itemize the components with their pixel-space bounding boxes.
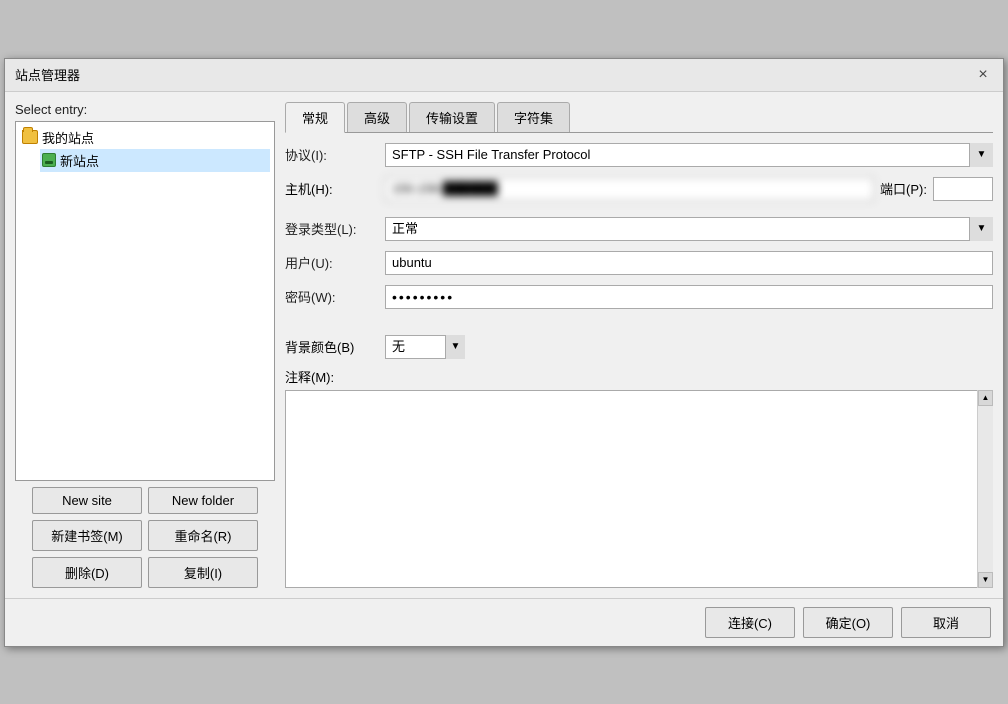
button-row-2: 新建书签(M) 重命名(R) [15,520,275,551]
tree-child-label: 新站点 [60,151,99,170]
close-button[interactable]: × [973,65,993,85]
password-label: 密码(W): [285,287,385,306]
tab-advanced[interactable]: 高级 [347,102,407,132]
select-entry-label: Select entry: [15,102,275,117]
new-folder-button[interactable]: New folder [148,487,258,514]
tab-charset[interactable]: 字符集 [497,102,570,132]
tab-general[interactable]: 常规 [285,102,345,133]
delete-button[interactable]: 删除(D) [32,557,142,588]
bottom-bar: 连接(C) 确定(O) 取消 [5,598,1003,646]
protocol-row: 协议(I): SFTP - SSH File Transfer Protocol… [285,143,993,167]
folder-icon [22,130,38,144]
user-row: 用户(U): [285,251,993,275]
bg-color-wrapper[interactable]: 无 ▼ [385,335,465,359]
host-input[interactable] [385,177,874,201]
protocol-dropdown[interactable]: SFTP - SSH File Transfer Protocol [385,143,993,167]
rename-button[interactable]: 重命名(R) [148,520,258,551]
user-input[interactable] [385,251,993,275]
protocol-label: 协议(I): [285,145,385,164]
new-site-button[interactable]: New site [32,487,142,514]
button-row-1: New site New folder [15,487,275,514]
tree-root-item[interactable]: 我的站点 [20,126,270,149]
dialog-title: 站点管理器 [15,65,80,84]
duplicate-button[interactable]: 复制(I) [148,557,258,588]
logon-type-label: 登录类型(L): [285,219,385,238]
dialog-body: Select entry: 我的站点 新站点 New site New fold… [5,92,1003,598]
server-icon [42,153,56,167]
ok-button[interactable]: 确定(O) [803,607,893,638]
tab-transfer[interactable]: 传输设置 [409,102,495,132]
host-port-row: 主机(H): 端口(P): [285,177,993,201]
scrollbar-up[interactable]: ▲ [978,390,993,406]
tabs: 常规 高级 传输设置 字符集 [285,102,993,133]
bg-color-row: 背景颜色(B) 无 ▼ [285,335,993,359]
notes-textarea[interactable] [285,390,993,588]
title-bar: 站点管理器 × [5,59,1003,92]
notes-area-wrapper: ▲ ▼ [285,390,993,588]
tree-view[interactable]: 我的站点 新站点 [15,121,275,481]
password-row: 密码(W): [285,285,993,309]
right-panel: 常规 高级 传输设置 字符集 协议(I): SFTP - SSH File Tr… [285,102,993,588]
port-input[interactable] [933,177,993,201]
cancel-button[interactable]: 取消 [901,607,991,638]
scrollbar-down[interactable]: ▼ [978,572,993,588]
bg-color-label: 背景颜色(B) [285,337,385,356]
notes-label: 注释(M): [285,367,993,386]
scrollbar[interactable]: ▲ ▼ [977,390,993,588]
protocol-dropdown-wrapper[interactable]: SFTP - SSH File Transfer Protocol ▼ [385,143,993,167]
site-manager-dialog: 站点管理器 × Select entry: 我的站点 新站点 [4,58,1004,647]
port-label: 端口(P): [880,179,927,198]
tree-child-item[interactable]: 新站点 [40,149,270,172]
host-label: 主机(H): [285,179,385,198]
logon-type-row: 登录类型(L): 正常 ▼ [285,217,993,241]
password-input[interactable] [385,285,993,309]
user-label: 用户(U): [285,253,385,272]
bg-color-dropdown[interactable]: 无 [385,335,465,359]
tree-root-label: 我的站点 [42,128,94,147]
form-area: 协议(I): SFTP - SSH File Transfer Protocol… [285,143,993,588]
logon-type-dropdown-wrapper[interactable]: 正常 ▼ [385,217,993,241]
button-row-3: 删除(D) 复制(I) [15,557,275,588]
tree-children: 新站点 [40,149,270,172]
new-bookmark-button[interactable]: 新建书签(M) [32,520,142,551]
left-panel: Select entry: 我的站点 新站点 New site New fold… [15,102,275,588]
logon-type-dropdown[interactable]: 正常 [385,217,993,241]
connect-button[interactable]: 连接(C) [705,607,795,638]
